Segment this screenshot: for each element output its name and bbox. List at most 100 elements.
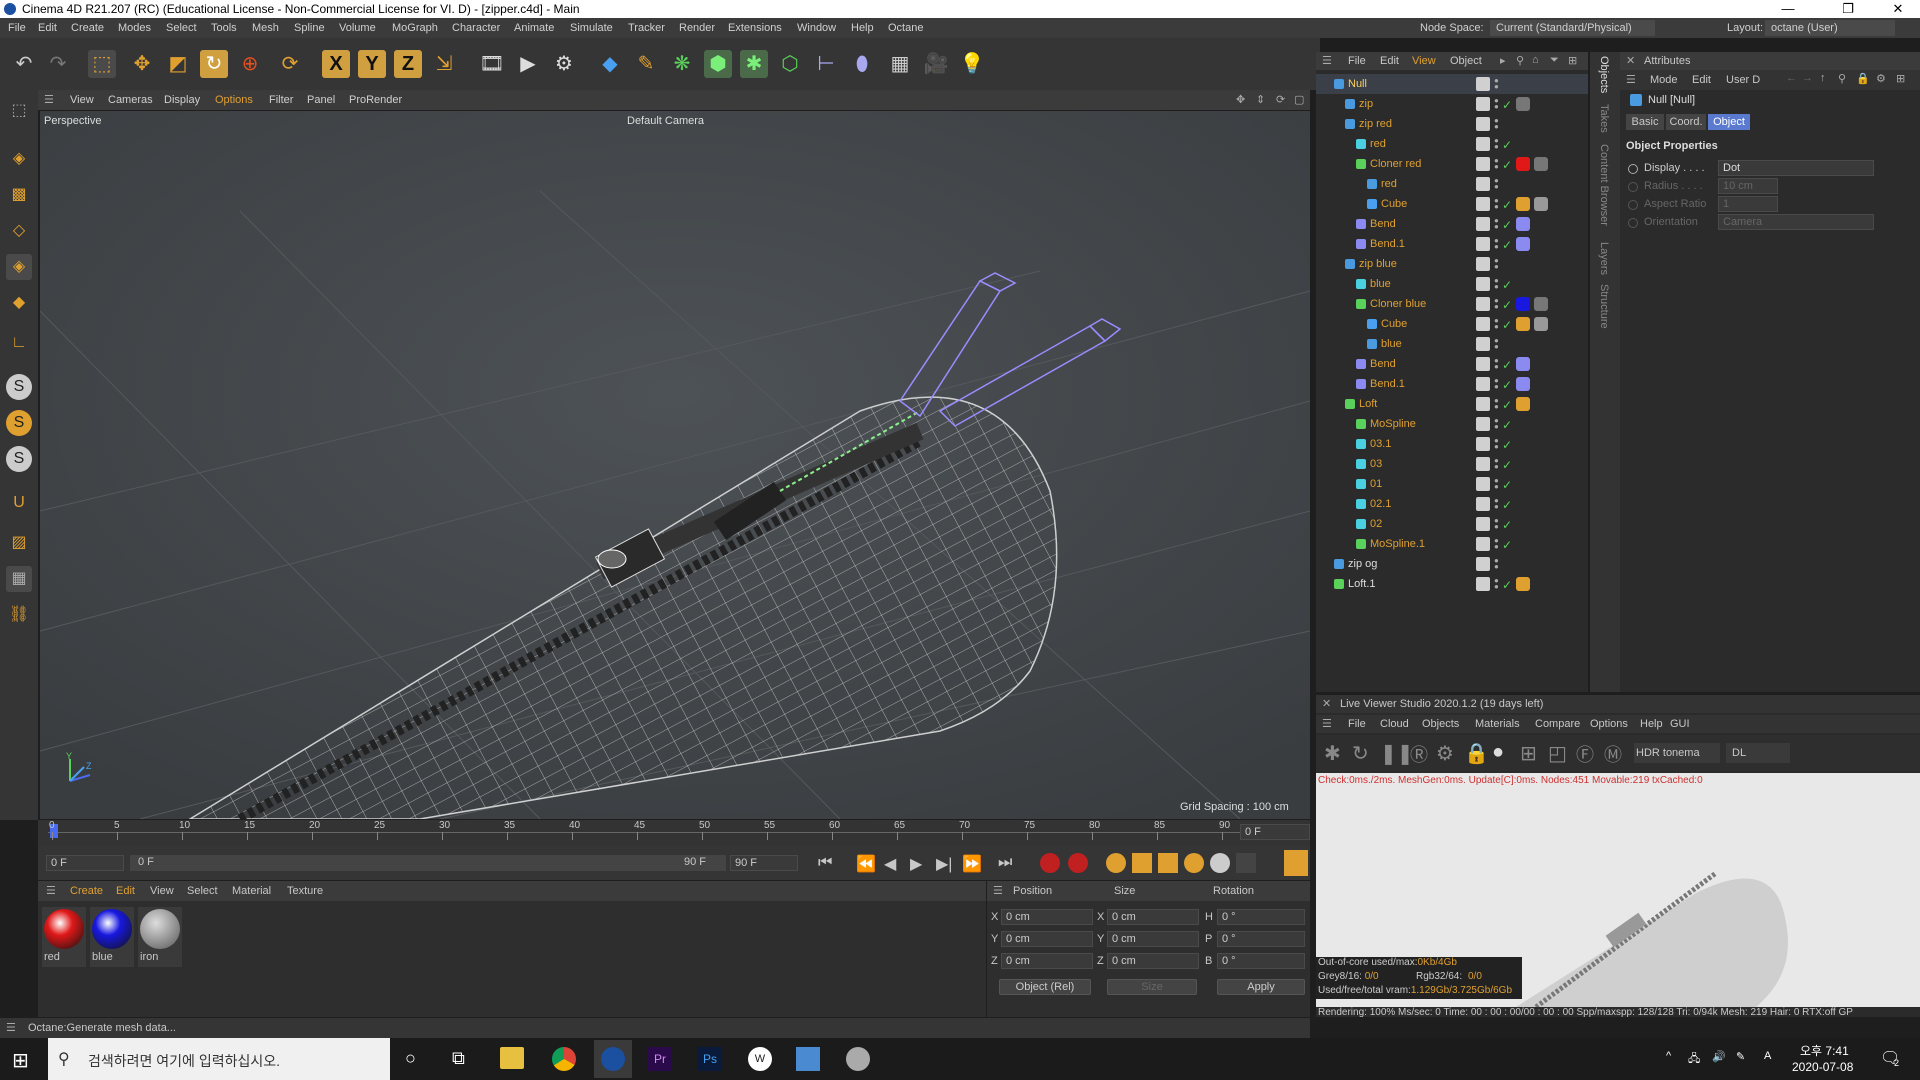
cortana-icon[interactable]: ○ <box>405 1048 416 1069</box>
viewport-menu-display[interactable]: Display <box>164 90 200 110</box>
viewport-menu-view[interactable]: View <box>70 90 94 110</box>
layer-flag-icon[interactable] <box>1476 437 1490 451</box>
bend-deformer-icon[interactable]: ⊢ <box>812 50 840 78</box>
visibility-dots-icon[interactable]: ● ● <box>1494 317 1499 331</box>
status-menu-icon[interactable]: ☰ <box>6 1018 16 1038</box>
side-tab-objects[interactable]: Objects <box>1598 56 1610 93</box>
material-menu-view[interactable]: View <box>150 885 174 897</box>
viewport-menu-filter[interactable]: Filter <box>269 90 293 110</box>
layer-flag-icon[interactable] <box>1476 137 1490 151</box>
coords-menu-icon[interactable]: ☰ <box>993 884 1003 897</box>
material-blue[interactable]: blue <box>90 907 134 967</box>
object-tag-icon[interactable] <box>1534 297 1548 311</box>
object-filter-icon[interactable]: ⏷ <box>1550 54 1559 67</box>
object-name[interactable]: Bend.1 <box>1370 234 1405 254</box>
object-row-02-1[interactable]: 02.1 ● ● ✓ <box>1316 494 1588 514</box>
position-key-icon[interactable] <box>1132 853 1152 873</box>
animate-param-icon[interactable] <box>1628 200 1638 210</box>
viewport-maximize-icon[interactable]: ▢ <box>1294 90 1304 110</box>
material-menu-material[interactable]: Material <box>232 885 271 897</box>
object-tag-icon[interactable] <box>1516 197 1530 211</box>
mograph-cloner-icon[interactable]: ⬢ <box>704 50 732 78</box>
menu-modes[interactable]: Modes <box>118 18 151 38</box>
visibility-dots-icon[interactable]: ● ● <box>1494 197 1499 211</box>
material-menu-edit[interactable]: Edit <box>116 885 135 897</box>
viewport-dolly-icon[interactable]: ⇕ <box>1256 90 1265 110</box>
object-row-zip-og[interactable]: zip og ● ● <box>1316 554 1588 574</box>
live-viewer-menu-gui[interactable]: GUI <box>1670 718 1690 730</box>
attributes-menu-mode[interactable]: Mode <box>1650 74 1678 86</box>
layer-flag-icon[interactable] <box>1476 397 1490 411</box>
attributes-tab-basic[interactable]: Basic <box>1626 114 1664 130</box>
cinema4d-taskbar-active[interactable] <box>594 1040 632 1078</box>
model-mode-icon[interactable]: ◈ <box>6 146 32 172</box>
visibility-dots-icon[interactable]: ● ● <box>1494 77 1499 91</box>
visibility-dots-icon[interactable]: ● ● <box>1494 237 1499 251</box>
layer-flag-icon[interactable] <box>1476 337 1490 351</box>
enabled-check-icon[interactable]: ✓ <box>1502 535 1512 555</box>
visibility-dots-icon[interactable]: ● ● <box>1494 557 1499 571</box>
live-viewer-menu-file[interactable]: File <box>1348 718 1366 730</box>
workplane-icon[interactable]: ▨ <box>6 530 32 556</box>
object-tag-icon[interactable] <box>1516 157 1530 171</box>
attributes-menu-edit[interactable]: Edit <box>1692 74 1711 86</box>
live-viewer-menu-cloud[interactable]: Cloud <box>1380 718 1409 730</box>
object-name[interactable]: 02 <box>1370 514 1382 534</box>
recent-tools-icon[interactable]: ⊕ <box>236 50 264 78</box>
redo-icon[interactable]: ↷ <box>44 50 72 78</box>
material-menu-texture[interactable]: Texture <box>287 885 323 897</box>
layer-flag-icon[interactable] <box>1476 497 1490 511</box>
z-axis-icon[interactable]: Z <box>394 50 422 78</box>
menu-create[interactable]: Create <box>71 18 104 38</box>
locked-workplane-icon[interactable]: ⛓ <box>6 602 32 628</box>
menu-window[interactable]: Window <box>797 18 836 38</box>
lv-lock-icon[interactable]: 🔒 <box>1464 741 1489 766</box>
lv-pause-icon[interactable]: ❚❚ <box>1380 741 1414 766</box>
current-frame-field[interactable]: 0 F <box>1240 824 1310 840</box>
object-tag-icon[interactable] <box>1516 297 1530 311</box>
subdivision-icon[interactable]: ❋ <box>668 50 696 78</box>
object-row-cube[interactable]: Cube ● ● ✓ <box>1316 314 1588 334</box>
enabled-check-icon[interactable]: ✓ <box>1502 275 1512 295</box>
magnet-icon[interactable]: U <box>6 490 32 516</box>
object-name[interactable]: 01 <box>1370 474 1382 494</box>
clock-time[interactable]: 오후 7:41 <box>1800 1042 1849 1059</box>
layer-flag-icon[interactable] <box>1476 417 1490 431</box>
viewport-menu-icon[interactable]: ☰ <box>44 90 54 110</box>
object-name[interactable]: Bend <box>1370 214 1396 234</box>
material-red[interactable]: red <box>42 907 86 967</box>
prev-key-icon[interactable]: ⏪ <box>856 854 876 874</box>
viewport-orbit-icon[interactable]: ⟳ <box>1276 90 1285 110</box>
layer-flag-icon[interactable] <box>1476 577 1490 591</box>
coord-pos-x-field[interactable]: 0 cm <box>1001 909 1093 925</box>
enabled-check-icon[interactable]: ✓ <box>1502 295 1512 315</box>
attr-prop-value[interactable]: Dot <box>1718 160 1874 176</box>
attributes-tab-coord[interactable]: Coord. <box>1666 114 1706 130</box>
object-tag-icon[interactable] <box>1516 357 1530 371</box>
object-row-loft[interactable]: Loft ● ● ✓ <box>1316 394 1588 414</box>
start-frame-field[interactable]: 0 F <box>46 855 124 871</box>
coord-size-y-field[interactable]: 0 cm <box>1107 931 1199 947</box>
lv-kernel-dropdown[interactable]: DL <box>1726 743 1790 763</box>
object-row-zip-blue[interactable]: zip blue ● ● <box>1316 254 1588 274</box>
layer-flag-icon[interactable] <box>1476 197 1490 211</box>
network-icon[interactable]: 🖧 <box>1688 1050 1700 1069</box>
animate-param-icon[interactable] <box>1628 182 1638 192</box>
grid-icon[interactable]: ▦ <box>6 566 32 592</box>
ime-indicator[interactable]: A <box>1764 1050 1771 1062</box>
pen-icon[interactable]: ✎ <box>632 50 660 78</box>
object-name[interactable]: MoSpline <box>1370 414 1416 434</box>
rotate-alt-icon[interactable]: ⟳ <box>276 50 304 78</box>
object-tag-icon[interactable] <box>1534 157 1548 171</box>
object-menu-object[interactable]: Object <box>1450 55 1482 67</box>
visibility-dots-icon[interactable]: ● ● <box>1494 457 1499 471</box>
attributes-tab-object[interactable]: Object <box>1708 114 1750 130</box>
visibility-dots-icon[interactable]: ● ● <box>1494 497 1499 511</box>
object-name[interactable]: red <box>1381 174 1397 194</box>
object-menu-icon[interactable]: ☰ <box>1322 54 1332 67</box>
enabled-check-icon[interactable]: ✓ <box>1502 395 1512 415</box>
lv-region-icon[interactable]: Ⓡ <box>1410 741 1428 767</box>
object-row-01[interactable]: 01 ● ● ✓ <box>1316 474 1588 494</box>
deformer-icon[interactable]: ✱ <box>740 50 768 78</box>
workplane-snap-icon[interactable]: S <box>6 446 32 472</box>
